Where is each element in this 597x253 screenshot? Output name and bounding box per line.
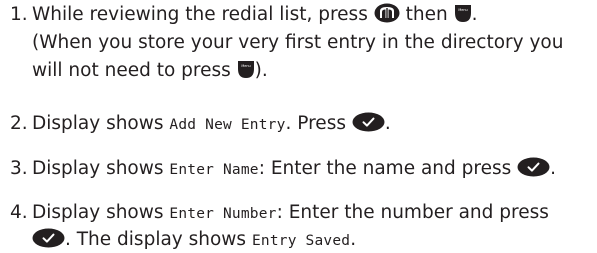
display-text: Add New Entry xyxy=(169,117,286,133)
step-1-line-2: (When you store your very first entry in… xyxy=(10,31,595,55)
step-text: : Enter the name and press xyxy=(258,158,512,179)
step-text: (When you store your very first entry in… xyxy=(32,32,564,53)
step-text: . xyxy=(471,4,478,25)
display-text: Enter Number xyxy=(169,206,277,222)
step-number: 4. xyxy=(10,202,28,223)
menu-key-icon: Menu xyxy=(454,4,472,23)
step-1-line-3: will not need to press Menu ). xyxy=(10,59,595,83)
step-text: then xyxy=(405,4,448,25)
step-text: . xyxy=(550,158,557,179)
menu-key-icon: Menu xyxy=(237,60,255,79)
phonebook-key-icon xyxy=(374,2,400,23)
step-text: . The display shows xyxy=(65,229,247,250)
step-number: 3. xyxy=(10,158,28,179)
ok-key-icon xyxy=(517,157,550,177)
step-4-line-1: 4. Display shows Enter Number: Enter the … xyxy=(10,201,595,226)
ok-key-icon xyxy=(352,112,385,132)
step-text: . xyxy=(350,229,357,250)
ok-key-icon xyxy=(32,228,65,248)
step-number: 2. xyxy=(10,113,28,134)
step-2: 2. Display shows Add New Entry. Press . xyxy=(10,112,595,137)
menu-key-label: Menu xyxy=(241,64,250,68)
step-text: : Enter the number and press xyxy=(276,202,549,223)
step-text: Display shows xyxy=(32,202,164,223)
step-4-line-2: . The display shows Entry Saved. xyxy=(10,228,595,253)
display-text: Enter Name xyxy=(169,162,259,178)
step-text: While reviewing the redial list, press xyxy=(32,4,368,25)
step-text: . Press xyxy=(285,113,346,134)
menu-key-label: Menu xyxy=(458,8,467,12)
step-text: Display shows xyxy=(32,158,164,179)
step-text: will not need to press xyxy=(32,60,231,81)
step-text: Display shows xyxy=(32,113,164,134)
step-1-line-1: 1. While reviewing the redial list, press… xyxy=(10,2,595,27)
step-text: ). xyxy=(254,60,268,81)
step-text: . xyxy=(384,113,391,134)
step-number: 1. xyxy=(10,4,28,25)
step-3: 3. Display shows Enter Name: Enter the na… xyxy=(10,157,595,182)
display-text: Entry Saved xyxy=(251,233,351,249)
step-1: 1. While reviewing the redial list, press… xyxy=(10,2,595,83)
step-4: 4. Display shows Enter Number: Enter the … xyxy=(10,201,595,253)
